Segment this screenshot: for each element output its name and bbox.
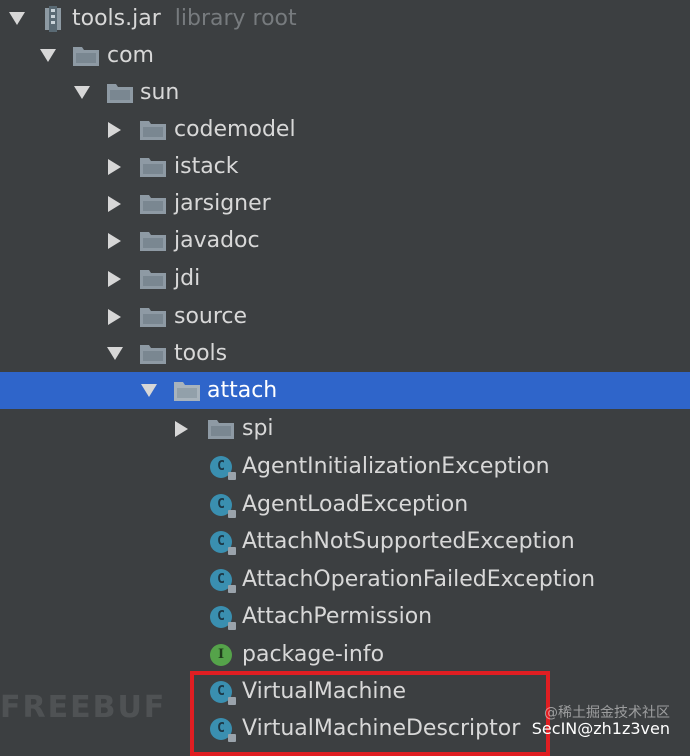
package-folder-icon (140, 307, 166, 327)
tree-item-label: AgentLoadException (242, 491, 469, 517)
tree-row-class[interactable]: C AgentLoadException (0, 486, 690, 523)
tree-row-spi[interactable]: spi (0, 410, 690, 447)
watermark-freebuf: FREEBUF (0, 690, 167, 725)
tree-row-istack[interactable]: istack (0, 148, 690, 185)
tree-item-label: spi (242, 415, 274, 441)
package-folder-icon (208, 419, 234, 439)
expand-arrow-icon[interactable] (74, 85, 90, 99)
project-tree: tools.jar library root com sun codemodel … (0, 0, 690, 743)
tree-item-label: jdi (174, 265, 201, 291)
tree-row-attach[interactable]: attach (0, 372, 690, 409)
package-folder-icon (140, 120, 166, 140)
jar-icon (44, 5, 62, 32)
collapse-arrow-icon[interactable] (108, 232, 121, 249)
collapse-arrow-icon[interactable] (175, 420, 188, 437)
tree-item-label: istack (174, 153, 239, 179)
package-folder-icon (140, 269, 166, 289)
tree-item-label: jarsigner (174, 190, 271, 216)
tree-item-label: tools.jar library root (72, 6, 297, 31)
expand-arrow-icon[interactable] (40, 48, 56, 62)
tree-row-tools[interactable]: tools (0, 335, 690, 372)
lock-icon (228, 621, 236, 630)
package-folder-icon (174, 381, 200, 401)
package-folder-icon (140, 344, 166, 364)
expand-arrow-icon[interactable] (141, 383, 157, 397)
expand-arrow-icon[interactable] (9, 11, 25, 25)
jar-name: tools.jar (72, 5, 161, 31)
class-icon: C (210, 493, 236, 518)
collapse-arrow-icon[interactable] (108, 195, 121, 212)
class-icon: C (210, 568, 236, 593)
tree-item-label: AttachPermission (242, 603, 433, 629)
collapse-arrow-icon[interactable] (108, 121, 121, 138)
package-folder-icon (73, 46, 99, 66)
tree-item-label: codemodel (174, 116, 296, 142)
highlight-box (190, 671, 550, 756)
tree-item-label: AttachOperationFailedException (242, 566, 596, 592)
class-icon: C (210, 530, 236, 555)
tree-row-sun[interactable]: sun (0, 74, 690, 111)
tree-row-codemodel[interactable]: codemodel (0, 111, 690, 148)
tree-row-javadoc[interactable]: javadoc (0, 222, 690, 259)
tree-row-package-info[interactable]: I package-info (0, 636, 690, 673)
tree-row-class[interactable]: C AttachNotSupportedException (0, 523, 690, 560)
package-folder-icon (140, 231, 166, 251)
tree-row-class[interactable]: C AttachPermission (0, 598, 690, 635)
tree-row-com[interactable]: com (0, 37, 690, 74)
tree-item-label: attach (207, 377, 278, 403)
tree-item-label: sun (140, 79, 180, 105)
tree-item-label: source (174, 303, 248, 329)
tree-row-class[interactable]: C AttachOperationFailedException (0, 561, 690, 598)
tree-row-jdi[interactable]: jdi (0, 260, 690, 297)
interface-icon: I (210, 643, 232, 666)
lock-icon (228, 584, 236, 593)
package-folder-icon (140, 157, 166, 177)
package-folder-icon (140, 194, 166, 214)
tree-item-label: tools (174, 340, 228, 366)
tree-row-source[interactable]: source (0, 298, 690, 335)
tree-item-label: AttachNotSupportedException (242, 528, 575, 554)
collapse-arrow-icon[interactable] (108, 270, 121, 287)
watermark-secin: SecIN@zh1z3ven (531, 719, 670, 738)
collapse-arrow-icon[interactable] (108, 158, 121, 175)
tree-row-class[interactable]: C AgentInitializationException (0, 448, 690, 485)
library-root-hint: library root (174, 5, 297, 31)
class-icon: C (210, 605, 236, 630)
expand-arrow-icon[interactable] (107, 346, 123, 360)
lock-icon (228, 471, 236, 480)
tree-item-label: package-info (242, 641, 385, 667)
tree-row-jarsigner[interactable]: jarsigner (0, 185, 690, 222)
tree-item-label: com (107, 42, 154, 68)
lock-icon (228, 546, 236, 555)
package-folder-icon (107, 83, 133, 103)
lock-icon (228, 509, 236, 518)
tree-item-label: AgentInitializationException (242, 453, 550, 479)
class-icon: C (210, 455, 236, 480)
tree-item-label: javadoc (174, 227, 260, 253)
collapse-arrow-icon[interactable] (108, 308, 121, 325)
tree-row-tools-jar[interactable]: tools.jar library root (0, 0, 690, 37)
